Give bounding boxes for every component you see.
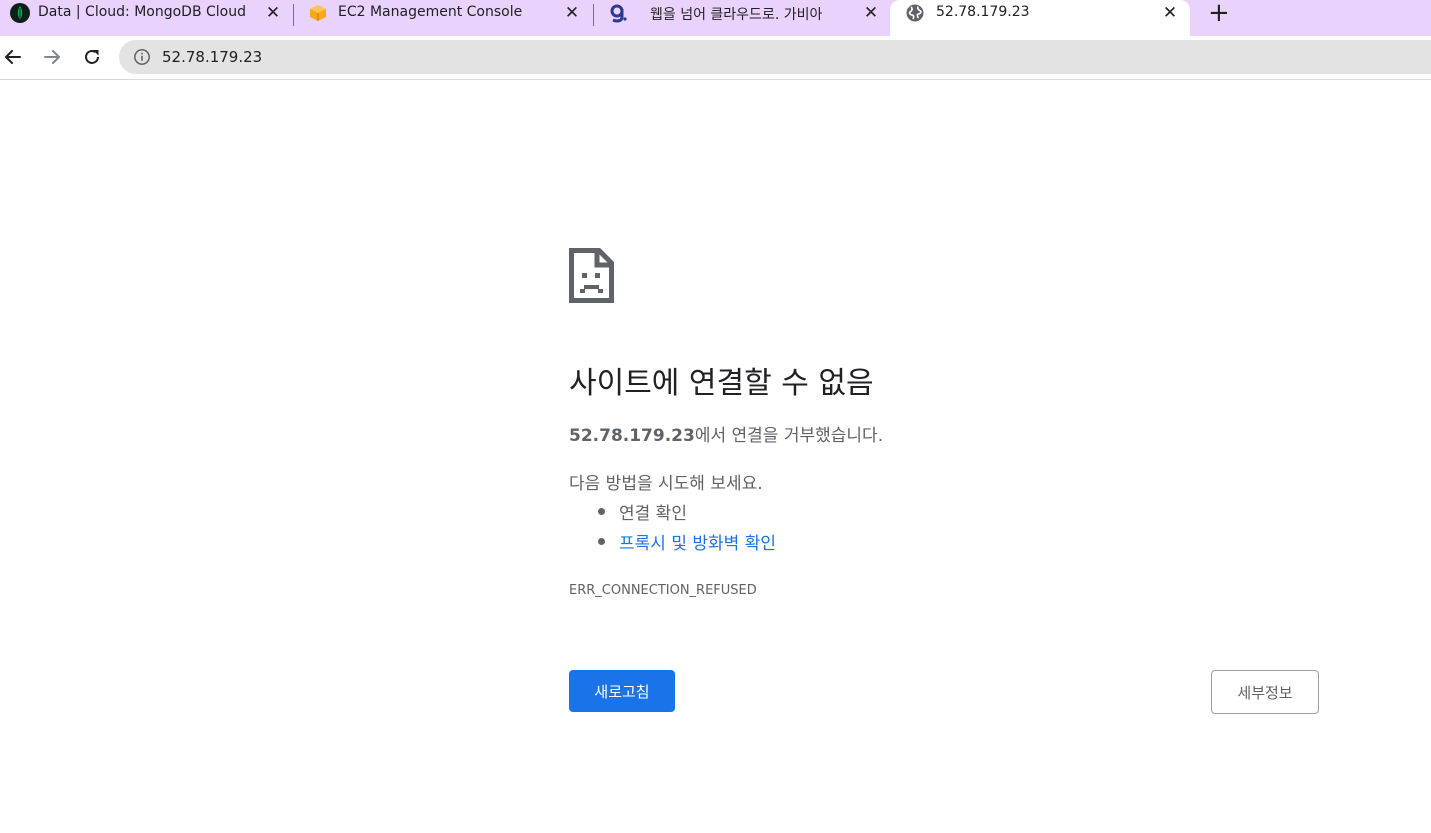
back-arrow-icon bbox=[5, 50, 21, 64]
suggestion-check-proxy-firewall: 프록시 및 방화벽 확인 bbox=[598, 529, 776, 559]
tab-separator bbox=[293, 4, 294, 26]
info-icon[interactable] bbox=[133, 48, 151, 66]
new-tab-button[interactable]: + bbox=[1208, 0, 1230, 26]
address-bar[interactable]: 52.78.179.23 bbox=[119, 40, 1431, 74]
mongodb-leaf-icon bbox=[10, 3, 30, 23]
bullet-icon bbox=[598, 538, 605, 545]
gabia-g-icon bbox=[608, 3, 628, 23]
reload-icon bbox=[85, 49, 99, 64]
error-title: 사이트에 연결할 수 없음 bbox=[569, 366, 874, 401]
close-tab-icon[interactable]: ✕ bbox=[564, 4, 580, 22]
forward-arrow-icon bbox=[44, 50, 60, 64]
reload-page-button[interactable]: 새로고침 bbox=[569, 670, 675, 712]
bullet-icon bbox=[598, 508, 605, 515]
tab-active-ip[interactable]: 52.78.179.23 ✕ bbox=[890, 0, 1190, 36]
tab-gabia[interactable]: 웹을 넘어 클라우드로. 가비아 ✕ bbox=[598, 0, 890, 36]
suggestions-heading: 다음 방법을 시도해 보세요. bbox=[569, 474, 763, 494]
back-button[interactable] bbox=[0, 44, 26, 70]
tab-mongodb[interactable]: Data | Cloud: MongoDB Cloud ✕ bbox=[0, 0, 292, 36]
tab-strip: Data | Cloud: MongoDB Cloud ✕ EC2 Manage… bbox=[0, 0, 1431, 36]
close-tab-icon[interactable]: ✕ bbox=[863, 4, 879, 22]
tab-title: EC2 Management Console bbox=[338, 4, 523, 20]
sad-page-icon bbox=[569, 248, 614, 303]
close-tab-icon[interactable]: ✕ bbox=[1162, 4, 1178, 22]
tab-separator bbox=[593, 4, 594, 26]
globe-icon bbox=[905, 3, 925, 23]
tab-title: Data | Cloud: MongoDB Cloud bbox=[38, 4, 246, 20]
tab-title: 52.78.179.23 bbox=[936, 4, 1030, 20]
suggestion-check-connection: 연결 확인 bbox=[598, 499, 776, 529]
error-host: 52.78.179.23 bbox=[569, 426, 695, 446]
url-text[interactable]: 52.78.179.23 bbox=[162, 48, 262, 66]
new-tab-area: + bbox=[1190, 0, 1431, 36]
error-description: 52.78.179.23에서 연결을 거부했습니다. bbox=[569, 421, 883, 446]
tab-title: 웹을 넘어 클라우드로. 가비아 bbox=[650, 7, 823, 23]
browser-toolbar: 52.78.179.23 bbox=[0, 36, 1431, 80]
close-tab-icon[interactable]: ✕ bbox=[265, 4, 281, 22]
error-code: ERR_CONNECTION_REFUSED bbox=[569, 583, 757, 598]
suggestions-list: 연결 확인 프록시 및 방화벽 확인 bbox=[598, 499, 776, 559]
forward-button[interactable] bbox=[39, 44, 65, 70]
tab-ec2-console[interactable]: EC2 Management Console ✕ bbox=[298, 0, 590, 36]
reload-button[interactable] bbox=[79, 44, 105, 70]
aws-box-icon bbox=[308, 3, 328, 23]
check-proxy-firewall-link[interactable]: 프록시 및 방화벽 확인 bbox=[619, 534, 776, 554]
suggestion-text: 연결 확인 bbox=[619, 504, 687, 524]
error-description-text: 에서 연결을 거부했습니다. bbox=[694, 426, 884, 446]
details-button[interactable]: 세부정보 bbox=[1211, 670, 1319, 714]
